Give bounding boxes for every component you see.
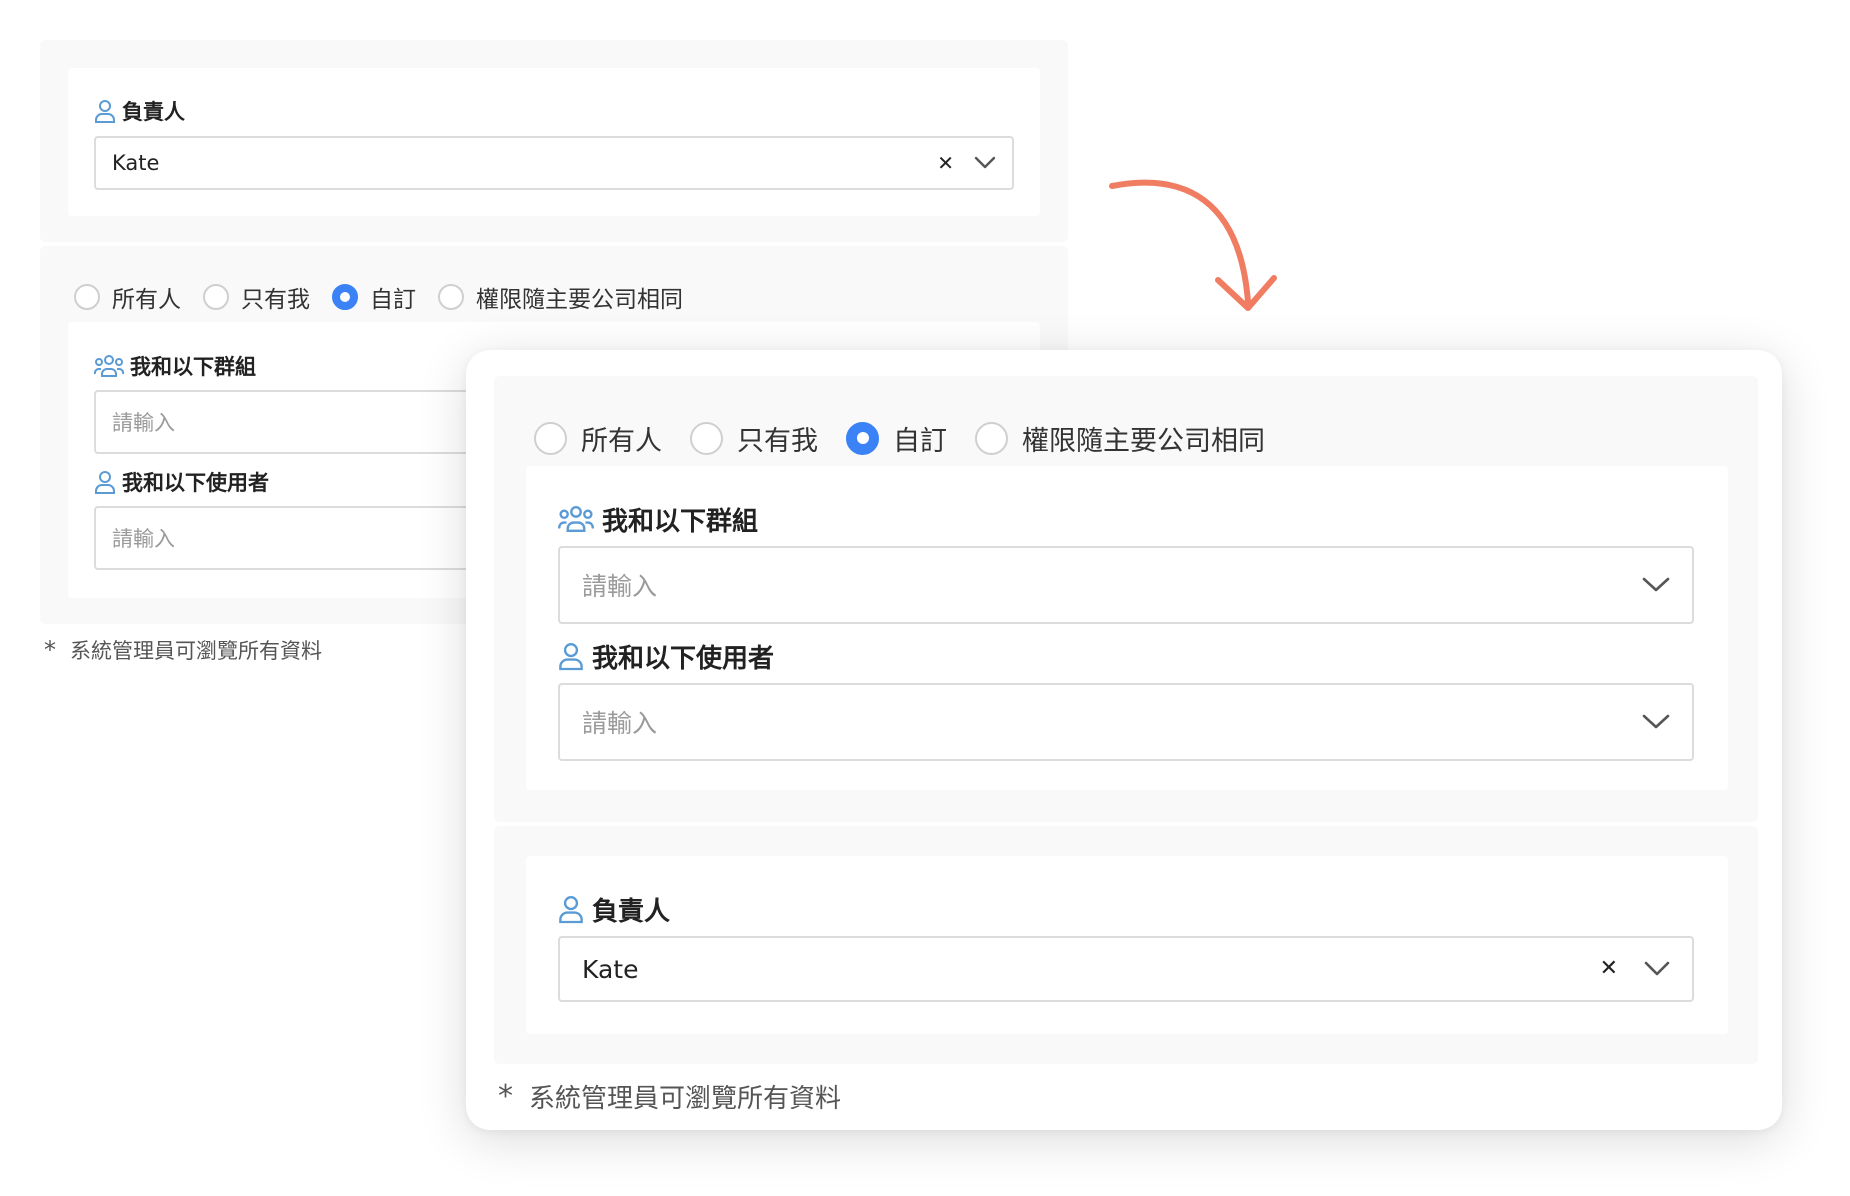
close-icon[interactable]: ✕ [937, 153, 954, 173]
group-icon [94, 355, 124, 377]
back-radio-everyone[interactable]: 所有人 [74, 280, 181, 314]
groups-label: 我和以下群組 [558, 500, 758, 538]
radio-circle-selected[interactable] [846, 421, 879, 455]
owner-select[interactable]: Kate ✕ [558, 936, 1694, 1002]
owner-label: 負責人 [558, 890, 670, 928]
back-users-label: 我和以下使用者 [94, 466, 269, 498]
radio-everyone[interactable]: 所有人 [534, 419, 662, 458]
admin-note: * 系統管理員可瀏覽所有資料 [498, 1078, 842, 1114]
group-icon [558, 506, 594, 532]
radio-circle-selected[interactable] [332, 284, 358, 310]
radio-circle[interactable] [203, 284, 229, 310]
back-owner-label: 負責人 [94, 96, 185, 126]
radio-circle[interactable] [690, 421, 723, 455]
radio-circle[interactable] [438, 284, 464, 310]
front-visibility-radio-group: 所有人 只有我 自訂 權限隨主要公司相同 [534, 418, 1293, 458]
groups-placeholder: 請輸入 [582, 572, 658, 601]
user-icon [559, 643, 583, 671]
user-icon [95, 471, 115, 494]
groups-select[interactable]: 請輸入 [558, 546, 1694, 624]
chevron-down-icon[interactable] [1644, 961, 1670, 977]
owner-value: Kate [582, 954, 639, 984]
radio-circle[interactable] [74, 284, 100, 310]
radio-circle[interactable] [534, 421, 567, 455]
back-groups-placeholder: 請輸入 [112, 411, 175, 435]
back-users-placeholder: 請輸入 [112, 527, 175, 551]
users-label: 我和以下使用者 [558, 637, 774, 675]
users-select[interactable]: 請輸入 [558, 683, 1694, 761]
back-visibility-radio-group: 所有人 只有我 自訂 權限隨主要公司相同 [74, 280, 705, 314]
radio-only-me[interactable]: 只有我 [690, 419, 818, 458]
back-admin-note: * 系統管理員可瀏覽所有資料 [44, 636, 322, 664]
user-icon [95, 100, 115, 123]
back-radio-custom[interactable]: 自訂 [332, 280, 416, 314]
radio-circle[interactable] [975, 421, 1008, 455]
transition-arrow-icon [1109, 179, 1277, 311]
chevron-down-icon[interactable] [1642, 714, 1670, 730]
back-radio-same-as-company[interactable]: 權限隨主要公司相同 [438, 280, 683, 314]
back-groups-label: 我和以下群組 [94, 350, 256, 382]
radio-same-as-company[interactable]: 權限隨主要公司相同 [975, 419, 1265, 458]
user-icon [559, 896, 583, 924]
back-owner-select[interactable]: Kate ✕ [94, 136, 1014, 190]
chevron-down-icon[interactable] [974, 156, 996, 170]
users-placeholder: 請輸入 [582, 709, 658, 738]
chevron-down-icon[interactable] [1642, 577, 1670, 593]
back-owner-value: Kate [112, 151, 160, 175]
back-radio-only-me[interactable]: 只有我 [203, 280, 310, 314]
close-icon[interactable]: ✕ [1600, 958, 1618, 980]
radio-custom[interactable]: 自訂 [846, 419, 947, 458]
